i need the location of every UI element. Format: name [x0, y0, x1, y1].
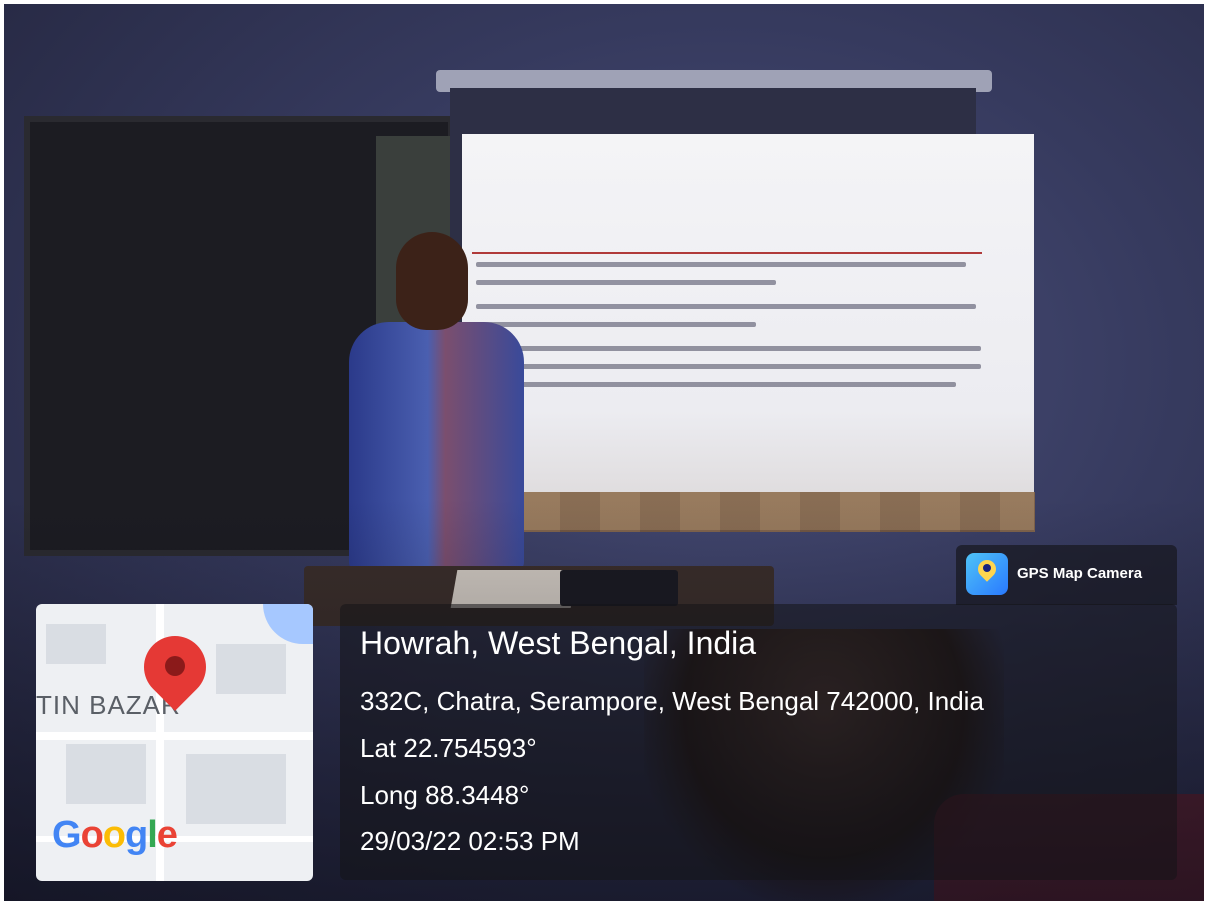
- map-block: [46, 624, 106, 664]
- water-area: [263, 604, 313, 644]
- location-address: 332C, Chatra, Serampore, West Bengal 742…: [360, 686, 984, 716]
- location-title: Howrah, West Bengal, India: [360, 625, 757, 661]
- map-block: [186, 754, 286, 824]
- location-latitude: Lat 22.754593°: [360, 733, 537, 763]
- map-thumbnail: TIN BAZAR Google: [36, 604, 313, 881]
- gps-app-name: GPS Map Camera: [1017, 565, 1143, 582]
- gps-map-camera-icon: [966, 553, 1008, 595]
- gps-map-camera-badge: GPS Map Camera: [956, 545, 1177, 605]
- map-pin-dot: [165, 656, 185, 676]
- location-datetime: 29/03/22 02:53 PM: [360, 826, 580, 856]
- google-logo: Google: [52, 814, 178, 856]
- map-road: [36, 732, 313, 740]
- map-block: [216, 644, 286, 694]
- location-longitude: Long 88.3448°: [360, 780, 530, 810]
- map-block: [66, 744, 146, 804]
